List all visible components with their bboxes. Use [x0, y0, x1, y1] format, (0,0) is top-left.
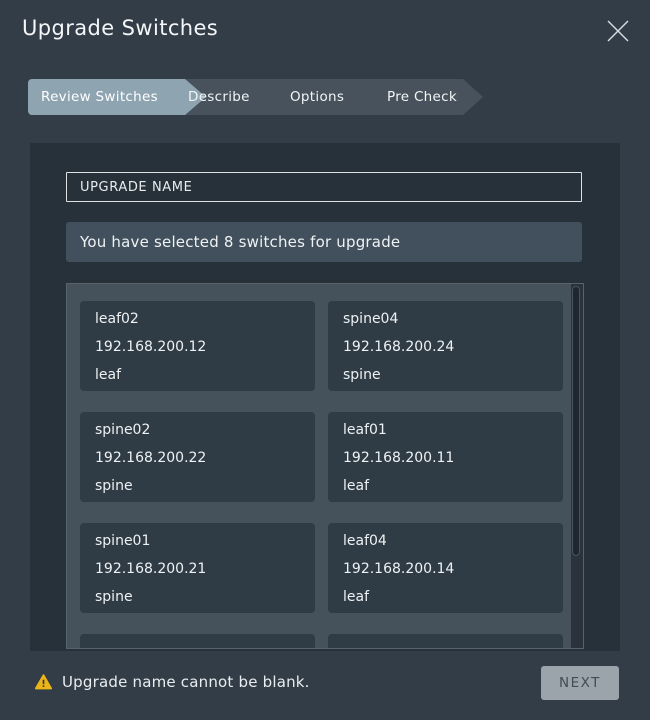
switch-role: spine — [95, 472, 305, 500]
wizard-content-panel: You have selected 8 switches for upgrade… — [30, 143, 620, 651]
switch-name: spine01 — [95, 527, 305, 555]
switch-ip: 192.168.200.24 — [343, 333, 553, 361]
switch-name: leaf04 — [343, 527, 553, 555]
switch-card-partial — [328, 634, 563, 649]
switch-role: spine — [343, 361, 553, 389]
step-pre-check[interactable]: Pre Check — [387, 79, 457, 115]
switch-list-container: leaf02 192.168.200.12 leaf spine04 192.1… — [66, 283, 584, 649]
switch-ip: 192.168.200.21 — [95, 555, 305, 583]
switch-ip: 192.168.200.12 — [95, 333, 305, 361]
close-button[interactable] — [605, 18, 631, 44]
validation-warning: Upgrade name cannot be blank. — [34, 673, 310, 691]
switch-ip: 192.168.200.22 — [95, 444, 305, 472]
scrollbar-thumb[interactable] — [572, 286, 580, 556]
switch-name: leaf02 — [95, 305, 305, 333]
step-options[interactable]: Options — [290, 79, 344, 115]
scrollbar-track[interactable] — [571, 284, 583, 648]
next-button[interactable]: NEXT — [541, 666, 619, 700]
warning-icon — [34, 673, 53, 691]
switch-card-partial — [80, 634, 315, 649]
page-title: Upgrade Switches — [22, 16, 218, 40]
switch-ip: 192.168.200.14 — [343, 555, 553, 583]
switch-ip: 192.168.200.11 — [343, 444, 553, 472]
switch-card: spine04 192.168.200.24 spine — [328, 301, 563, 391]
switch-card: spine01 192.168.200.21 spine — [80, 523, 315, 613]
step-review-switches[interactable]: Review Switches — [41, 79, 158, 115]
validation-warning-text: Upgrade name cannot be blank. — [62, 673, 310, 691]
switch-name: leaf01 — [343, 416, 553, 444]
switch-card: leaf02 192.168.200.12 leaf — [80, 301, 315, 391]
switch-name: spine02 — [95, 416, 305, 444]
switch-role: spine — [95, 583, 305, 611]
upgrade-name-input[interactable] — [66, 172, 582, 202]
close-icon — [605, 32, 631, 47]
step-describe[interactable]: Describe — [188, 79, 250, 115]
switch-card-grid: leaf02 192.168.200.12 leaf spine04 192.1… — [80, 301, 563, 649]
switch-role: leaf — [343, 472, 553, 500]
switch-role: leaf — [343, 583, 553, 611]
switch-card: spine02 192.168.200.22 spine — [80, 412, 315, 502]
selection-notice: You have selected 8 switches for upgrade — [66, 222, 582, 262]
switch-name: spine04 — [343, 305, 553, 333]
switch-role: leaf — [95, 361, 305, 389]
switch-card: leaf01 192.168.200.11 leaf — [328, 412, 563, 502]
switch-card: leaf04 192.168.200.14 leaf — [328, 523, 563, 613]
